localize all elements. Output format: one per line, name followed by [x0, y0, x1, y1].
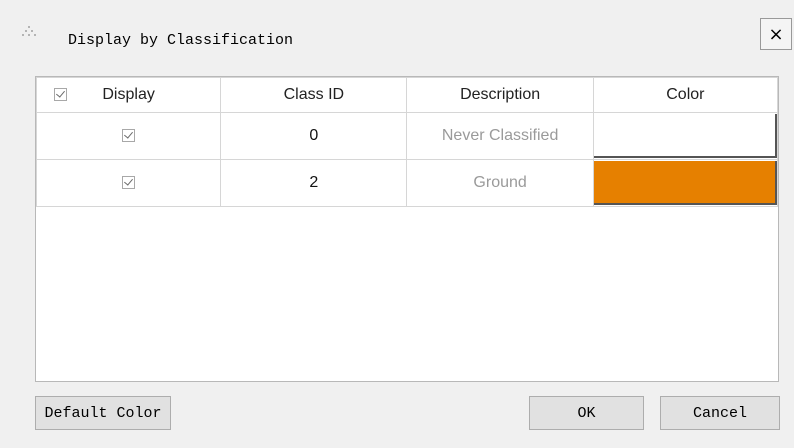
display-cell — [35, 159, 222, 207]
display-checkbox[interactable] — [122, 176, 136, 190]
ok-button[interactable]: OK — [529, 396, 644, 430]
description-cell: Never Classified — [406, 112, 594, 160]
close-button[interactable]: × — [760, 18, 792, 50]
column-header-description: Description — [406, 77, 594, 113]
column-header-display-label: Display — [102, 86, 155, 103]
column-header-display: Display — [35, 77, 222, 113]
close-icon: × — [768, 23, 784, 45]
cancel-button[interactable]: Cancel — [660, 396, 780, 430]
select-all-checkbox[interactable] — [54, 88, 67, 101]
default-color-button[interactable]: Default Color — [35, 396, 171, 430]
display-cell — [35, 112, 222, 160]
table-row: 0 Never Classified — [35, 112, 779, 160]
classification-grid: Display Class ID Description Color 0 Nev… — [35, 76, 779, 382]
color-swatch[interactable] — [593, 161, 777, 205]
classification-table: Display Class ID Description Color 0 Nev… — [35, 77, 779, 207]
description-cell: Ground — [406, 159, 594, 207]
dialog-title: Display by Classification — [68, 32, 294, 49]
color-swatch[interactable] — [593, 114, 777, 158]
table-header-row: Display Class ID Description Color — [35, 77, 779, 113]
color-cell — [592, 159, 779, 207]
display-by-classification-dialog: Display by Classification × Display Clas… — [0, 0, 794, 448]
column-header-color: Color — [592, 77, 779, 113]
table-row: 2 Ground — [35, 159, 779, 207]
color-cell — [592, 112, 779, 160]
column-header-class-id: Class ID — [220, 77, 408, 113]
class-id-cell: 0 — [220, 112, 408, 160]
drag-grip-icon[interactable] — [22, 26, 36, 40]
display-checkbox[interactable] — [122, 129, 136, 143]
class-id-cell: 2 — [220, 159, 408, 207]
